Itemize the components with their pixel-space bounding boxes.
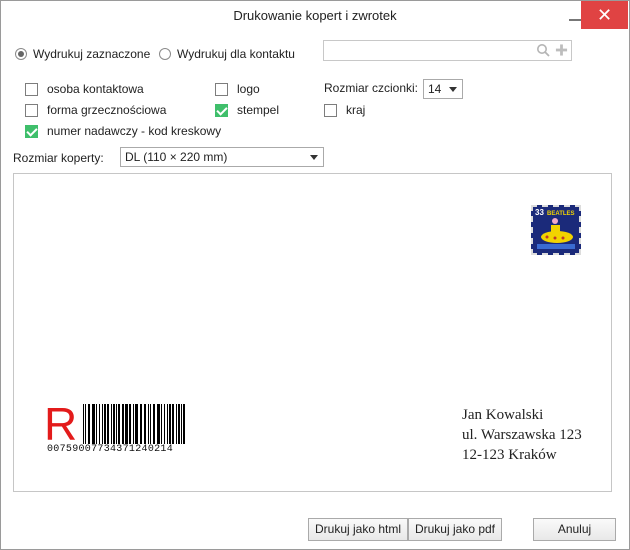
barcode-bar bbox=[102, 404, 103, 444]
plus-icon[interactable] bbox=[555, 43, 568, 57]
barcode-bar bbox=[116, 404, 117, 444]
radio-label: Wydrukuj dla kontaktu bbox=[177, 47, 295, 61]
barcode-bar bbox=[144, 404, 146, 444]
print-envelopes-dialog: Drukowanie kopert i zwrotek ✕ Wydrukuj z… bbox=[0, 0, 630, 550]
barcode-bar bbox=[178, 404, 180, 444]
envelope-size-value: DL (110 × 220 mm) bbox=[125, 150, 228, 164]
checkbox-box[interactable] bbox=[25, 124, 38, 138]
postage-stamp: 33 BEATLES bbox=[531, 205, 581, 255]
close-button[interactable]: ✕ bbox=[581, 1, 628, 29]
barcode-bar bbox=[183, 404, 185, 444]
barcode-bar bbox=[113, 404, 115, 444]
radio-indicator[interactable] bbox=[159, 48, 171, 60]
checkbox-barcode-number[interactable]: numer nadawczy - kod kreskowy bbox=[25, 123, 221, 139]
barcode-bar bbox=[88, 404, 90, 444]
barcode-bar bbox=[104, 404, 106, 444]
print-html-button[interactable]: Drukuj jako html bbox=[308, 518, 408, 541]
barcode-bar bbox=[157, 404, 160, 444]
checkbox-box[interactable] bbox=[215, 103, 228, 117]
checkbox-box[interactable] bbox=[25, 82, 38, 96]
title-bar: Drukowanie kopert i zwrotek ✕ bbox=[1, 1, 629, 31]
recipient-address: Jan Kowalski ul. Warszawska 123 12-123 K… bbox=[462, 405, 582, 465]
checkbox-label: numer nadawczy - kod kreskowy bbox=[47, 124, 222, 138]
barcode-bar bbox=[99, 404, 100, 444]
chevron-down-icon bbox=[310, 155, 318, 160]
barcode-bar bbox=[118, 404, 120, 444]
checkbox-logo[interactable]: logo bbox=[215, 81, 260, 97]
checkbox-box[interactable] bbox=[25, 103, 38, 117]
barcode-bar bbox=[148, 404, 149, 444]
chevron-down-icon bbox=[449, 87, 457, 92]
radio-print-selected[interactable]: Wydrukuj zaznaczone bbox=[15, 46, 150, 62]
barcode-bar bbox=[107, 404, 109, 444]
checkbox-box[interactable] bbox=[324, 103, 337, 117]
minimize-icon[interactable] bbox=[569, 19, 581, 21]
print-pdf-button[interactable]: Drukuj jako pdf bbox=[408, 518, 502, 541]
radio-indicator[interactable] bbox=[15, 48, 27, 60]
barcode-bar bbox=[135, 404, 138, 444]
checkbox-label: stempel bbox=[237, 103, 280, 117]
barcode-bar bbox=[122, 404, 124, 444]
font-size-select[interactable]: 14 bbox=[423, 79, 463, 99]
barcode-bar bbox=[129, 404, 131, 444]
checkbox-box[interactable] bbox=[215, 82, 228, 96]
barcode-bar bbox=[167, 404, 168, 444]
barcode-bar bbox=[164, 404, 165, 444]
checkbox-country[interactable]: kraj bbox=[324, 102, 365, 118]
barcode-bar bbox=[92, 404, 95, 444]
envelope-size-label: Rozmiar koperty: bbox=[13, 151, 104, 165]
barcode-bar bbox=[161, 404, 162, 444]
checkbox-label: kraj bbox=[346, 103, 366, 117]
barcode-bar bbox=[181, 404, 182, 444]
address-name: Jan Kowalski bbox=[462, 407, 544, 423]
barcode-bar bbox=[85, 404, 86, 444]
contact-search-input[interactable] bbox=[323, 40, 572, 61]
checkbox-contact-person[interactable]: osoba kontaktowa bbox=[25, 81, 144, 97]
cancel-button[interactable]: Anuluj bbox=[533, 518, 616, 541]
dialog-title: Drukowanie kopert i zwrotek bbox=[233, 8, 397, 23]
search-icon[interactable] bbox=[536, 43, 550, 57]
barcode-bar bbox=[172, 404, 174, 444]
envelope-size-select[interactable]: DL (110 × 220 mm) bbox=[120, 147, 324, 167]
radio-print-for-contact[interactable]: Wydrukuj dla kontaktu bbox=[159, 46, 295, 62]
radio-label: Wydrukuj zaznaczone bbox=[33, 47, 151, 61]
barcode-bar bbox=[140, 404, 142, 444]
barcode-number: 00759007734371240214 bbox=[47, 444, 174, 455]
address-street: ul. Warszawska 123 bbox=[462, 427, 582, 443]
barcode-bar bbox=[125, 404, 128, 444]
checkbox-salutation[interactable]: forma grzecznościowa bbox=[25, 102, 166, 118]
checkbox-label: osoba kontaktowa bbox=[47, 82, 144, 96]
barcode-bar bbox=[133, 404, 134, 444]
checkbox-label: forma grzecznościowa bbox=[47, 103, 167, 117]
yellow-submarine-icon bbox=[537, 218, 575, 249]
barcode-bar bbox=[83, 404, 84, 444]
checkbox-stamp[interactable]: stempel bbox=[215, 102, 279, 118]
barcode-bar bbox=[96, 404, 97, 444]
font-size-value: 14 bbox=[428, 82, 442, 96]
address-city: 12-123 Kraków bbox=[462, 447, 557, 463]
barcode bbox=[83, 404, 185, 444]
font-size-label: Rozmiar czcionki: bbox=[324, 81, 419, 95]
barcode-bar bbox=[169, 404, 171, 444]
barcode-bar bbox=[176, 404, 177, 444]
barcode-bar bbox=[153, 404, 155, 444]
barcode-bar bbox=[150, 404, 151, 444]
barcode-bar bbox=[111, 404, 112, 444]
registered-mark: R bbox=[44, 398, 78, 450]
checkbox-label: logo bbox=[237, 82, 260, 96]
